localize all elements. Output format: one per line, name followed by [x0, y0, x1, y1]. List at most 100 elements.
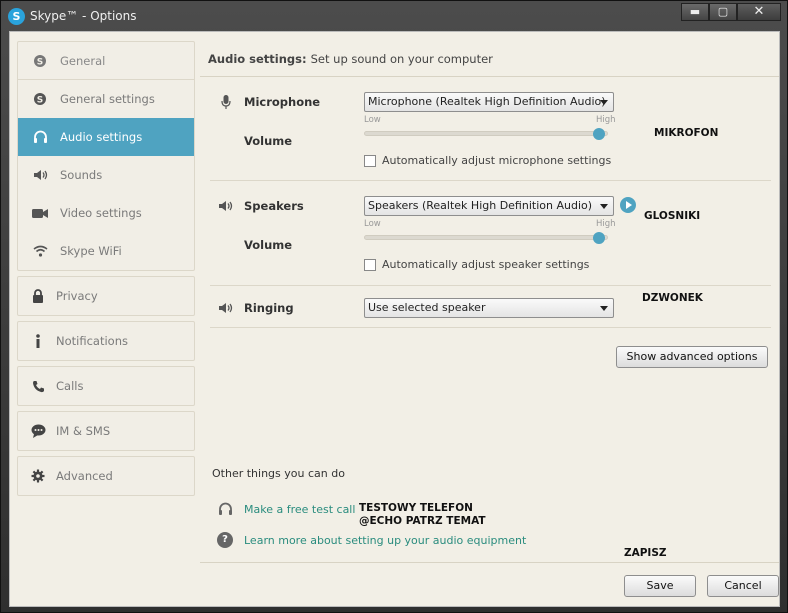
ringing-section: Ringing Use selected speaker DZWONEK: [210, 286, 771, 328]
microphone-volume-label: Volume: [244, 134, 293, 148]
microphone-dropdown[interactable]: Microphone (Realtek High Definition Audi…: [364, 92, 614, 112]
sidebar-item-im-sms[interactable]: IM & SMS: [18, 412, 194, 450]
sidebar-item-notifications[interactable]: Notifications: [18, 322, 194, 360]
skype-logo-icon: S: [8, 8, 25, 25]
audio-settings-panel: Audio settings: Set up sound on your com…: [200, 41, 779, 561]
close-button[interactable]: ✕: [737, 3, 781, 21]
checkbox-box[interactable]: [364, 258, 376, 271]
calls-group: Calls: [17, 366, 195, 406]
gear-icon: [30, 468, 46, 484]
slider-handle[interactable]: [593, 232, 605, 244]
sidebar-item-audio-settings[interactable]: Audio settings: [18, 118, 194, 156]
lock-icon: [30, 288, 46, 304]
auto-adjust-microphone-checkbox[interactable]: Automatically adjust microphone settings: [364, 154, 611, 167]
headset-icon: [217, 501, 233, 517]
slider-high-label: High: [596, 219, 616, 229]
chevron-down-icon: [600, 100, 608, 105]
show-advanced-options-button[interactable]: Show advanced options: [616, 346, 768, 368]
play-test-sound-button[interactable]: [620, 197, 636, 213]
save-button[interactable]: Save: [624, 575, 696, 597]
window-title: Skype™ - Options: [30, 9, 137, 23]
free-test-call-link[interactable]: Make a free test call: [244, 503, 355, 516]
sidebar-item-privacy[interactable]: Privacy: [18, 277, 194, 315]
panel-subtitle: Set up sound on your computer: [310, 51, 493, 66]
learn-more-audio-link[interactable]: Learn more about setting up your audio e…: [244, 534, 526, 547]
slider-low-label: Low: [364, 219, 381, 229]
slider-low-label: Low: [364, 115, 381, 125]
options-client-area: S General S General settings Audio setti…: [9, 31, 780, 607]
chevron-down-icon: [600, 204, 608, 209]
chevron-down-icon: [600, 306, 608, 311]
chat-bubble-icon: [30, 423, 46, 439]
sidebar: S General S General settings Audio setti…: [17, 41, 195, 501]
checkbox-label: Automatically adjust microphone settings: [382, 154, 612, 167]
ringing-annotation: DZWONEK: [642, 292, 703, 304]
skype-icon: S: [32, 53, 48, 69]
ringing-dropdown[interactable]: Use selected speaker: [364, 298, 614, 318]
sidebar-item-label: Sounds: [60, 168, 103, 182]
panel-header: Audio settings: Set up sound on your com…: [200, 41, 779, 77]
speaker-icon: [32, 167, 48, 183]
auto-adjust-speaker-checkbox[interactable]: Automatically adjust speaker settings: [364, 258, 589, 271]
other-things-heading: Other things you can do: [212, 467, 345, 480]
speakers-dropdown[interactable]: Speakers (Realtek High Definition Audio): [364, 196, 614, 216]
phone-icon: [30, 378, 46, 394]
info-icon: [30, 333, 46, 349]
sidebar-item-label: Advanced: [56, 469, 113, 483]
speakers-annotation: GLOSNIKI: [644, 210, 701, 222]
slider-high-label: High: [596, 115, 616, 125]
advanced-group: Advanced: [17, 456, 195, 496]
microphone-label: Microphone: [244, 95, 321, 109]
sidebar-item-label: Notifications: [56, 334, 128, 348]
checkbox-box[interactable]: [364, 154, 376, 167]
sidebar-item-label: Calls: [56, 379, 84, 393]
svg-text:S: S: [37, 57, 43, 67]
sidebar-item-label: Video settings: [60, 206, 142, 220]
speaker-icon: [218, 198, 234, 214]
checkbox-label: Automatically adjust speaker settings: [382, 258, 590, 271]
slider-handle[interactable]: [593, 128, 605, 140]
headset-icon: [32, 129, 48, 145]
sidebar-item-video-settings[interactable]: Video settings: [18, 194, 194, 232]
microphone-section: Microphone Microphone (Realtek High Defi…: [210, 77, 771, 181]
ringing-speaker-icon: [218, 300, 234, 316]
ringing-dropdown-value: Use selected speaker: [368, 301, 486, 314]
dialog-footer: Save Cancel: [200, 562, 779, 607]
sidebar-item-label: General: [60, 53, 106, 68]
maximize-button[interactable]: ▢: [709, 3, 737, 21]
sidebar-item-label: Audio settings: [60, 130, 143, 144]
sidebar-item-label: General settings: [60, 92, 155, 106]
sidebar-item-advanced[interactable]: Advanced: [18, 457, 194, 495]
panel-title: Audio settings:: [208, 51, 307, 66]
im-sms-group: IM & SMS: [17, 411, 195, 451]
sidebar-item-general[interactable]: S General: [18, 42, 194, 80]
slider-track[interactable]: [364, 131, 608, 136]
notifications-group: Notifications: [17, 321, 195, 361]
microphone-dropdown-value: Microphone (Realtek High Definition Audi…: [368, 95, 606, 108]
sidebar-item-label: Skype WiFi: [60, 244, 122, 258]
general-group: S General S General settings Audio setti…: [17, 41, 195, 271]
slider-track[interactable]: [364, 235, 608, 240]
speakers-volume-label: Volume: [244, 238, 293, 252]
microphone-icon: [218, 94, 234, 110]
sidebar-item-general-settings[interactable]: S General settings: [18, 80, 194, 118]
privacy-group: Privacy: [17, 276, 195, 316]
ringing-label: Ringing: [244, 301, 294, 315]
help-icon: ?: [217, 532, 233, 548]
cancel-button[interactable]: Cancel: [707, 575, 779, 597]
skype-icon: S: [32, 91, 48, 107]
speakers-label: Speakers: [244, 199, 304, 213]
title-bar[interactable]: S Skype™ - Options ▬ ▢ ✕: [1, 1, 787, 31]
test-call-annotation-line2: @ECHO PATRZ TEMAT: [359, 515, 486, 527]
minimize-button[interactable]: ▬: [681, 3, 709, 21]
options-window: S Skype™ - Options ▬ ▢ ✕ S General S Gen…: [0, 0, 788, 613]
wifi-icon: [32, 243, 48, 259]
save-annotation: ZAPISZ: [624, 547, 667, 559]
test-call-annotation-line1: TESTOWY TELEFON: [359, 502, 473, 514]
sidebar-item-sounds[interactable]: Sounds: [18, 156, 194, 194]
sidebar-item-skype-wifi[interactable]: Skype WiFi: [18, 232, 194, 270]
microphone-annotation: MIKROFON: [654, 127, 719, 139]
sidebar-item-calls[interactable]: Calls: [18, 367, 194, 405]
speakers-section: Speakers Speakers (Realtek High Definiti…: [210, 181, 771, 286]
sidebar-item-label: Privacy: [56, 289, 98, 303]
